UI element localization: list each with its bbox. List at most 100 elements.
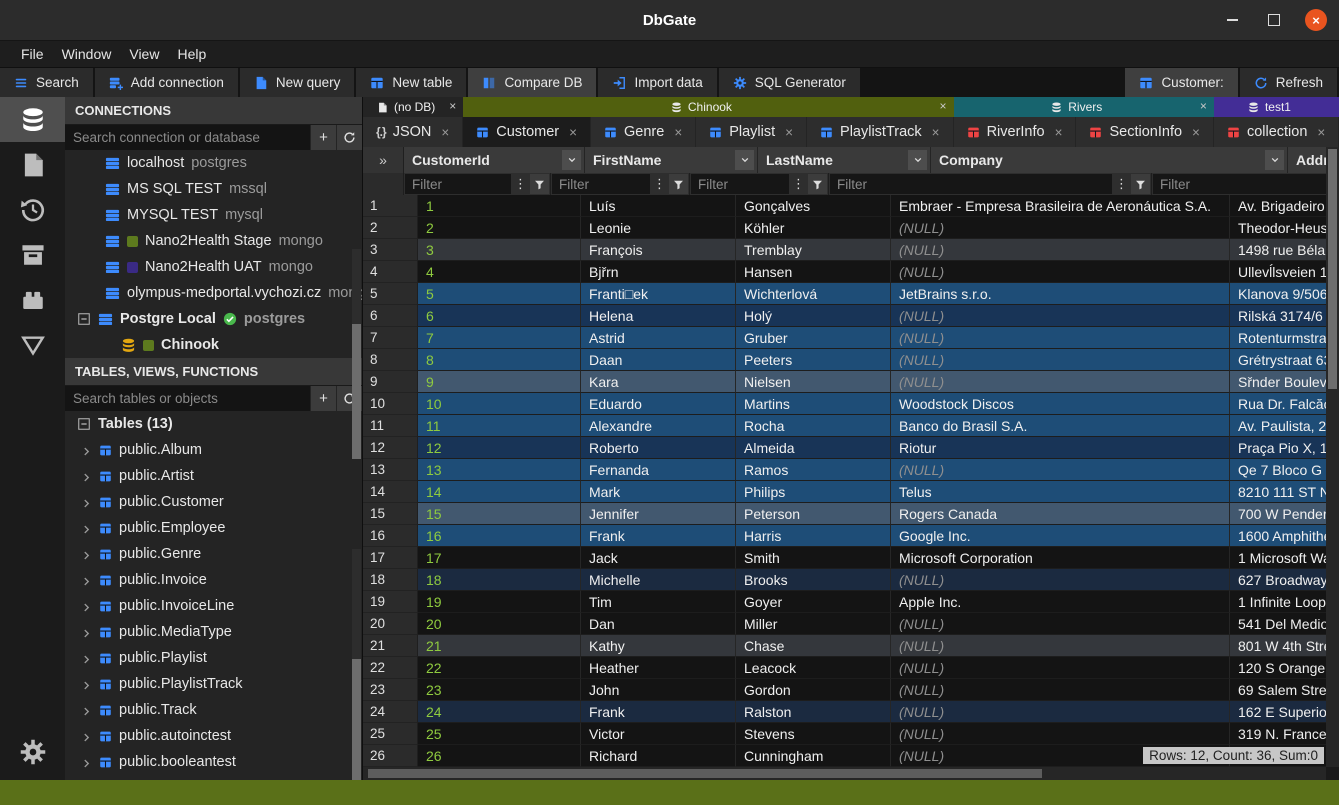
table-item[interactable]: public.Invoice (65, 567, 362, 593)
grid-cell[interactable]: Frank (581, 525, 736, 547)
toolbar-new-query-button[interactable]: New query (240, 68, 355, 97)
grid-cell[interactable]: 21 (418, 635, 581, 657)
filter-menu-button[interactable]: ⋮ (1112, 173, 1131, 195)
table-item[interactable]: public.Genre (65, 541, 362, 567)
filter-input[interactable]: Filter (830, 174, 1112, 194)
grid-cell[interactable]: Astrid (581, 327, 736, 349)
grid-cell[interactable]: 20 (418, 613, 581, 635)
grid-cell[interactable]: Google Inc. (891, 525, 1230, 547)
column-header-lastname[interactable]: LastName (758, 147, 931, 173)
connection-item[interactable]: Nano2Health UATmongo (65, 254, 362, 280)
grid-cell[interactable]: Nielsen (736, 371, 891, 393)
close-tab-icon[interactable]: × (1192, 125, 1200, 140)
tabgroup-header[interactable]: test1 (1214, 97, 1339, 117)
grid-cell[interactable]: Riotur (891, 437, 1230, 459)
connections-scrollbar[interactable] (352, 249, 361, 459)
grid-horizontal-scrollbar[interactable] (363, 767, 1326, 780)
connection-item[interactable]: MYSQL TESTmysql (65, 202, 362, 228)
refresh-connections-button[interactable] (337, 125, 362, 150)
grid-cell[interactable]: (NULL) (891, 371, 1230, 393)
column-dropdown-button[interactable] (562, 150, 581, 170)
grid-cell[interactable]: Av. Brigadeiro Faria Lima, 2 (1230, 195, 1339, 217)
connection-item[interactable]: Postgre Localpostgres (65, 306, 362, 332)
connection-item[interactable]: localhostpostgres (65, 150, 362, 176)
grid-cell[interactable]: 12 (418, 437, 581, 459)
table-item[interactable]: public.Artist (65, 463, 362, 489)
close-tab-icon[interactable]: × (932, 125, 940, 140)
grid-cell[interactable]: Leonie (581, 217, 736, 239)
filter-input[interactable]: Filter (405, 174, 511, 194)
tab-playlisttrack[interactable]: PlaylistTrack× (807, 117, 953, 147)
grid-cell[interactable]: 3 (418, 239, 581, 261)
grid-cell[interactable]: Michelle (581, 569, 736, 591)
grid-cell[interactable]: 25 (418, 723, 581, 745)
close-tabgroup-icon[interactable]: × (940, 99, 947, 113)
row-number[interactable]: 15 (363, 503, 418, 525)
filter-input[interactable]: Filter (552, 174, 650, 194)
grid-cell[interactable]: Smith (736, 547, 891, 569)
column-header-customerid[interactable]: CustomerId (404, 147, 585, 173)
connections-search-input[interactable] (65, 125, 310, 150)
filter-menu-button[interactable]: ⋮ (650, 173, 669, 195)
table-item[interactable]: public.Employee (65, 515, 362, 541)
filter-menu-button[interactable]: ⋮ (789, 173, 808, 195)
close-tabgroup-icon[interactable]: × (449, 99, 456, 113)
grid-cell[interactable]: Franti□ek (581, 283, 736, 305)
close-tabgroup-icon[interactable]: × (1200, 99, 1207, 113)
grid-cell[interactable]: (NULL) (891, 305, 1230, 327)
grid-cell[interactable]: Theodor-Heuss-Straße 34 (1230, 217, 1339, 239)
grid-cell[interactable]: 1 Microsoft Way (1230, 547, 1339, 569)
grid-cell[interactable]: Holý (736, 305, 891, 327)
grid-cell[interactable]: Philips (736, 481, 891, 503)
menu-help[interactable]: Help (168, 45, 215, 63)
grid-cell[interactable]: 319 N. Frances Street (1230, 723, 1339, 745)
grid-cell[interactable]: John (581, 679, 736, 701)
filter-input[interactable]: Filter (1153, 174, 1339, 194)
close-tab-icon[interactable]: × (569, 125, 577, 140)
grid-cell[interactable]: Chase (736, 635, 891, 657)
tab-playlist[interactable]: Playlist× (696, 117, 806, 147)
filter-input[interactable]: Filter (691, 174, 789, 194)
grid-cell[interactable]: 16 (418, 525, 581, 547)
grid-cell[interactable]: 26 (418, 745, 581, 767)
grid-cell[interactable]: Peeters (736, 349, 891, 371)
grid-cell[interactable]: (NULL) (891, 239, 1230, 261)
table-item[interactable]: public.Playlist (65, 645, 362, 671)
rail-history-button[interactable] (0, 187, 65, 232)
grid-cell[interactable]: 19 (418, 591, 581, 613)
table-item[interactable]: public.MediaType (65, 619, 362, 645)
toolbar-search-button[interactable]: Search (0, 68, 93, 97)
chevron-right-icon[interactable] (81, 575, 92, 586)
grid-corner-cell[interactable]: » (363, 147, 404, 173)
grid-cell[interactable]: 120 S Orange Ave (1230, 657, 1339, 679)
tab-collection[interactable]: collection× (1214, 117, 1338, 147)
grid-cell[interactable]: 700 W Pender Street (1230, 503, 1339, 525)
grid-cell[interactable]: Ullevĺlsveien 14 (1230, 261, 1339, 283)
grid-cell[interactable]: (NULL) (891, 657, 1230, 679)
tables-scrollbar[interactable] (352, 549, 361, 780)
grid-cell[interactable]: Gruber (736, 327, 891, 349)
rail-plugin-button[interactable] (0, 277, 65, 322)
grid-cell[interactable]: Embraer - Empresa Brasileira de Aeronáut… (891, 195, 1230, 217)
table-item[interactable]: public.InvoiceLine (65, 593, 362, 619)
rail-archive-button[interactable] (0, 232, 65, 277)
row-number[interactable]: 25 (363, 723, 418, 745)
grid-cell[interactable]: Wichterlová (736, 283, 891, 305)
grid-cell[interactable]: 13 (418, 459, 581, 481)
row-number[interactable]: 12 (363, 437, 418, 459)
grid-cell[interactable]: (NULL) (891, 261, 1230, 283)
tab-sectioninfo[interactable]: SectionInfo× (1076, 117, 1212, 147)
grid-cell[interactable]: Dan (581, 613, 736, 635)
tabgroup-header[interactable]: (no DB)× (363, 97, 463, 117)
filter-funnel-button[interactable] (669, 174, 688, 194)
grid-cell[interactable]: 17 (418, 547, 581, 569)
add-connection-small-button[interactable]: + (311, 125, 336, 150)
grid-vscroll-thumb[interactable] (1328, 149, 1337, 389)
grid-cell[interactable]: Rilská 3174/6 (1230, 305, 1339, 327)
chevron-right-icon[interactable] (81, 601, 92, 612)
table-item[interactable]: public.Album (65, 437, 362, 463)
toolbar-sql-generator-button[interactable]: SQL Generator (719, 68, 860, 97)
grid-cell[interactable]: 8 (418, 349, 581, 371)
toolbar-new-table-button[interactable]: New table (356, 68, 466, 97)
chevron-right-icon[interactable] (81, 757, 92, 768)
